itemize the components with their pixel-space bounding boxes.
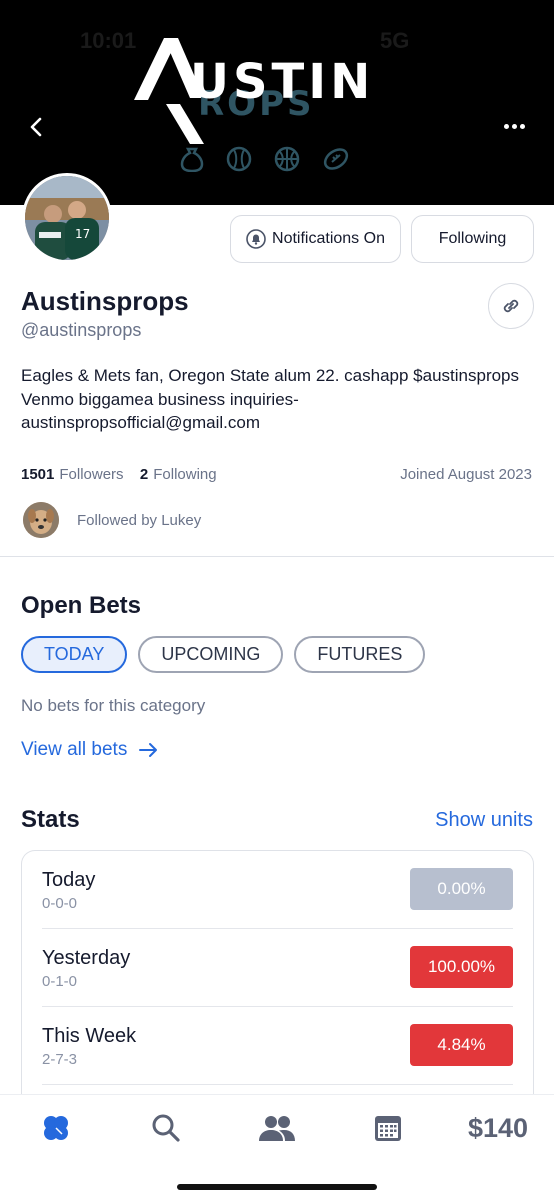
nav-calendar[interactable] — [372, 1111, 404, 1145]
following-count: 2 — [139, 466, 149, 483]
stats-title: Stats — [21, 806, 80, 833]
followers-label: Followers — [59, 466, 124, 483]
follow-counts: 1501 Followers 2 Following — [21, 466, 217, 483]
following-button-label: Following — [438, 230, 507, 247]
show-units-link[interactable]: Show units — [435, 809, 533, 832]
clover-icon — [44, 1116, 68, 1140]
more-dot — [520, 123, 525, 129]
following-label: Following — [153, 466, 217, 483]
austin-props-logo: ROPS USTIN — [130, 38, 430, 188]
followed-by-text: Followed by Lukey — [77, 511, 202, 529]
followed-by-row[interactable]: Followed by Lukey — [23, 502, 201, 538]
status-time: 10:01 — [80, 28, 137, 53]
stat-value-badge: 0.00% — [410, 868, 513, 910]
more-dot — [504, 123, 509, 129]
bet-filter-tabs: TODAY UPCOMING FUTURES — [21, 636, 426, 673]
stat-value-badge: 4.84% — [410, 1024, 513, 1066]
followers-link[interactable]: 1501 Followers — [21, 466, 124, 483]
link-icon — [503, 299, 519, 313]
logo-sport-icons — [180, 146, 350, 172]
svg-text:17: 17 — [75, 227, 90, 241]
follower-avatar — [23, 502, 59, 538]
open-bets-title: Open Bets — [21, 592, 142, 619]
stat-label: Yesterday — [42, 947, 131, 969]
section-divider — [0, 556, 554, 557]
bell-icon — [246, 229, 266, 249]
view-all-bets-link[interactable]: View all bets — [21, 739, 159, 761]
dog-photo — [23, 502, 59, 538]
notifications-label: Notifications On — [272, 230, 385, 247]
stat-value-badge: 100.00% — [410, 946, 513, 988]
baseball-icon — [226, 146, 252, 172]
nav-people[interactable] — [256, 1111, 298, 1145]
more-dot — [512, 123, 517, 129]
user-handle: @austinsprops — [21, 320, 142, 340]
stat-label: Today — [42, 869, 96, 891]
avatar-photo: 17 — [25, 176, 109, 260]
logo-main-text: USTIN — [190, 54, 375, 110]
tab-today[interactable]: TODAY — [21, 636, 128, 673]
basketball-icon — [274, 146, 300, 172]
tab-futures[interactable]: FUTURES — [294, 636, 426, 673]
header-banner: 10:01 5G ROPS USTIN — [0, 0, 554, 205]
profile-avatar[interactable]: 17 — [22, 173, 112, 263]
display-name: Austinsprops — [21, 286, 189, 316]
tab-upcoming[interactable]: UPCOMING — [138, 636, 284, 673]
stats-card: Today 0-0-0 0.00% Yesterday 0-1-0 100.00… — [21, 850, 534, 1110]
profile-bio: Eagles & Mets fan, Oregon State alum 22.… — [21, 366, 520, 432]
back-button[interactable] — [26, 112, 50, 142]
nav-balance[interactable]: $140 — [462, 1111, 534, 1145]
following-button[interactable]: Following — [411, 215, 534, 263]
arrow-right-icon — [139, 743, 158, 757]
home-indicator — [177, 1184, 377, 1190]
following-link[interactable]: 2 Following — [140, 466, 217, 483]
money-bag-icon — [180, 147, 204, 172]
stat-row-today[interactable]: Today 0-0-0 0.00% — [42, 851, 513, 929]
stat-record: 0-1-0 — [42, 973, 78, 990]
calendar-icon — [375, 1116, 401, 1141]
share-link-button[interactable] — [488, 283, 534, 329]
stat-label: This Week — [42, 1025, 137, 1047]
more-options-button[interactable] — [504, 116, 530, 136]
search-icon — [152, 1114, 180, 1142]
joined-date: Joined August 2023 — [400, 466, 532, 483]
stat-row-yesterday[interactable]: Yesterday 0-1-0 100.00% — [42, 929, 513, 1007]
view-all-bets-label: View all bets — [21, 739, 128, 760]
stat-record: 0-0-0 — [42, 895, 78, 912]
notifications-button[interactable]: Notifications On — [230, 215, 401, 263]
chevron-left-icon — [30, 117, 42, 137]
nav-home[interactable] — [38, 1111, 74, 1145]
people-icon — [259, 1116, 295, 1141]
stat-record: 2-7-3 — [42, 1051, 78, 1068]
stat-row-this-week[interactable]: This Week 2-7-3 4.84% — [42, 1007, 513, 1085]
football-icon — [323, 148, 349, 170]
followers-count: 1501 — [21, 466, 55, 483]
nav-search[interactable] — [150, 1111, 182, 1145]
empty-bets-text: No bets for this category — [21, 696, 206, 715]
